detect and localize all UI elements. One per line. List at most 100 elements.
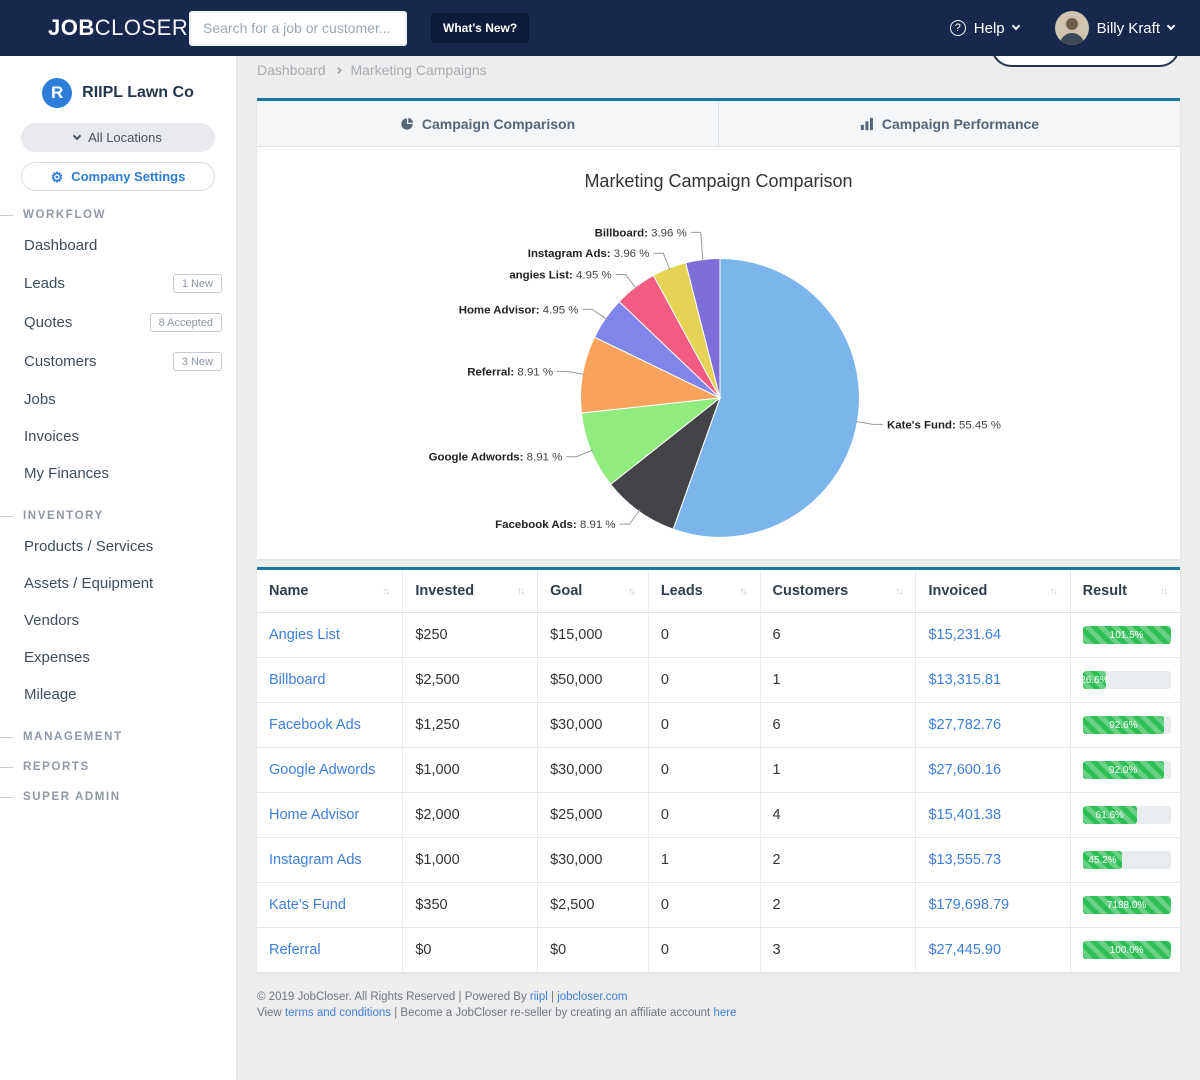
sidebar-item-products-services[interactable]: Products / Services [0,528,236,565]
campaign-name-link[interactable]: Kate's Fund [269,897,346,913]
section-label: INVENTORY [23,510,104,522]
sidebar-section-workflow[interactable]: WORKFLOW [0,209,236,221]
sort-icon[interactable]: ↑↓ [1160,586,1168,597]
campaign-name-link[interactable]: Billboard [269,672,325,688]
cell-invested: $350 [415,897,447,913]
sidebar-item-expenses[interactable]: Expenses [0,639,236,676]
column-header-customers[interactable]: Customers↑↓ [760,570,916,613]
pie-label: Instagram Ads: 3.96 % [528,248,650,260]
invoiced-link[interactable]: $179,698.79 [928,897,1009,913]
sidebar-item-label: Leads [24,275,65,292]
sidebar-item-label: Expenses [24,649,90,666]
company-name: RIIPL Lawn Co [82,84,194,102]
invoiced-link[interactable]: $27,782.76 [928,717,1001,733]
column-header-result[interactable]: Result ↑↓ [1070,570,1180,613]
campaign-name-link[interactable]: Home Advisor [269,807,359,823]
campaign-name-link[interactable]: Facebook Ads [269,717,361,733]
invoiced-link[interactable]: $15,231.64 [928,627,1001,643]
campaign-name-link[interactable]: Instagram Ads [269,852,362,868]
result-progress: 7188.0% [1083,896,1171,914]
column-label: Result [1083,583,1127,599]
table-row: Google Adwords$1,000$30,00001$27,600.169… [257,748,1180,793]
campaign-name-link[interactable]: Google Adwords [269,762,375,778]
sidebar-item-my-finances[interactable]: My Finances [0,455,236,492]
sort-icon[interactable]: ↑↓ [1050,586,1058,597]
sidebar-item-customers[interactable]: Customers3 New [0,342,236,381]
cell-invested: $2,000 [415,807,459,823]
section-dash [0,737,13,738]
result-progress: 92.0% [1083,761,1171,779]
avatar[interactable] [1055,11,1089,45]
tab-label: Campaign Performance [882,116,1039,132]
user-menu[interactable]: Billy Kraft [1055,11,1174,45]
cell-invested: $2,500 [415,672,459,688]
sidebar-item-dashboard[interactable]: Dashboard [0,227,236,264]
help-menu[interactable]: ? Help [950,20,1019,37]
invoiced-link[interactable]: $13,315.81 [928,672,1001,688]
sidebar-item-mileage[interactable]: Mileage [0,676,236,713]
top-navbar: JOBCLOSER What's New? ? Help Billy Kraft [0,0,1200,56]
logo-text-light: CLOSER [95,15,188,40]
sidebar-item-label: Products / Services [24,538,153,555]
count-badge: 1 New [173,274,222,293]
search-input[interactable] [189,11,407,46]
cell-customers: 2 [773,897,781,913]
footer-line2: View terms and conditions | Become a Job… [257,1005,1180,1021]
result-progress: 61.6% [1083,806,1171,824]
app-logo[interactable]: JOBCLOSER [0,15,189,41]
sidebar-item-vendors[interactable]: Vendors [0,602,236,639]
pie-label: Google Adwords: 8.91 % [429,452,563,464]
main-content: Marketing Campaigns Dashboard Marketing … [237,0,1200,1031]
campaign-chart-card: Campaign Comparison Campaign Performance… [257,98,1180,559]
column-header-name[interactable]: Name↑↓ [257,570,403,613]
column-header-invested[interactable]: Invested↑↓ [403,570,538,613]
chart-title: Marketing Campaign Comparison [257,147,1180,192]
terms-link[interactable]: terms and conditions [285,1007,391,1019]
sidebar-item-jobs[interactable]: Jobs [0,381,236,418]
breadcrumb-dashboard[interactable]: Dashboard [257,62,326,78]
sidebar-item-leads[interactable]: Leads 1 New [0,264,236,303]
sidebar-section-reports[interactable]: REPORTS [0,761,236,773]
sort-icon[interactable]: ↑↓ [895,586,903,597]
locations-dropdown[interactable]: All Locations [21,123,215,152]
company-header: R RIIPL Lawn Co [0,56,236,123]
sidebar-section-super-admin[interactable]: SUPER ADMIN [0,791,236,803]
sidebar-section-inventory[interactable]: INVENTORY [0,510,236,522]
label-connector [691,232,703,261]
cell-goal: $30,000 [550,762,602,778]
sidebar-section-management[interactable]: MANAGEMENT [0,731,236,743]
company-settings-button[interactable]: ⚙ Company Settings [21,162,215,191]
sidebar-item-label: Dashboard [24,237,97,254]
tab-campaign-comparison[interactable]: Campaign Comparison [257,101,718,146]
result-progress: 26.6% [1083,671,1171,689]
footer-text: | [548,991,557,1003]
invoiced-link[interactable]: $13,555.73 [928,852,1001,868]
invoiced-link[interactable]: $27,445.90 [928,942,1001,958]
riipl-link[interactable]: riipl [530,991,548,1003]
help-icon: ? [950,20,966,36]
sidebar-item-quotes[interactable]: Quotes8 Accepted [0,303,236,342]
user-name: Billy Kraft [1097,20,1160,37]
footer-text: View [257,1007,285,1019]
campaign-name-link[interactable]: Angies List [269,627,340,643]
affiliate-here-link[interactable]: here [713,1007,736,1019]
cell-leads: 0 [661,897,669,913]
sort-icon[interactable]: ↑↓ [740,586,748,597]
invoiced-link[interactable]: $27,600.16 [928,762,1001,778]
column-header-goal[interactable]: Goal↑↓ [538,570,649,613]
sidebar-item-assets-equipment[interactable]: Assets / Equipment [0,565,236,602]
jobcloser-link[interactable]: jobcloser.com [557,991,627,1003]
sort-icon[interactable]: ↑↓ [628,586,636,597]
invoiced-link[interactable]: $15,401.38 [928,807,1001,823]
sort-icon[interactable]: ↑↓ [382,586,390,597]
campaign-name-link[interactable]: Referral [269,942,321,958]
label-connector [653,253,670,270]
sidebar-item-invoices[interactable]: Invoices [0,418,236,455]
whats-new-button[interactable]: What's New? [431,13,529,43]
column-header-invoiced[interactable]: Invoiced↑↓ [916,570,1070,613]
tab-campaign-performance[interactable]: Campaign Performance [718,101,1180,146]
sort-icon[interactable]: ↑↓ [517,586,525,597]
result-bar: 101.5% [1083,626,1171,644]
cell-leads: 0 [661,627,669,643]
column-header-leads[interactable]: Leads↑↓ [648,570,760,613]
